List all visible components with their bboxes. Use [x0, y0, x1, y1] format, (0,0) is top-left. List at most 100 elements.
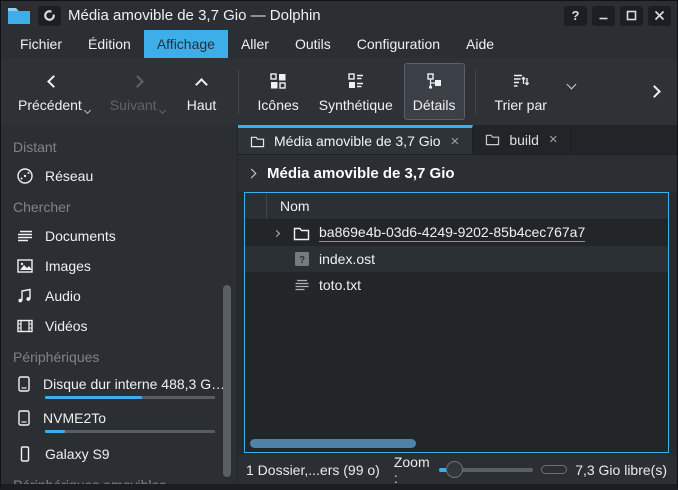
- tab-media-amovible[interactable]: Média amovible de 3,7 Gio ×: [238, 125, 473, 154]
- tab-label: build: [509, 132, 539, 148]
- expander-column: [245, 193, 267, 219]
- sidebar-item-label: Galaxy S9: [45, 446, 227, 462]
- folder-icon: [293, 225, 310, 242]
- folder-icon: [485, 133, 500, 146]
- tab-close-button[interactable]: ×: [548, 131, 559, 148]
- sidebar-item-network[interactable]: Réseau: [1, 161, 237, 191]
- sidebar-item-label: Disque dur interne 488,3 G…: [43, 376, 225, 392]
- back-button[interactable]: Précédent: [9, 63, 99, 120]
- text-file-icon: [293, 277, 310, 294]
- toolbar-separator: [238, 70, 239, 114]
- audio-icon: [15, 286, 35, 306]
- details-view-label: Détails: [413, 97, 456, 113]
- close-icon: [654, 10, 665, 21]
- sidebar-item-audio[interactable]: Audio: [1, 281, 237, 311]
- file-name[interactable]: ba869e4b-03d6-4249-9202-85b4cec767a7: [319, 224, 585, 242]
- zoom-label: Zoom :: [394, 454, 431, 486]
- arrow-right-icon: [131, 75, 144, 88]
- network-icon: [15, 166, 35, 186]
- minimize-button[interactable]: [592, 6, 615, 26]
- zoom-slider[interactable]: [439, 461, 533, 479]
- circle-icon: [43, 9, 56, 22]
- images-icon: [15, 256, 35, 276]
- column-header-name[interactable]: Nom: [267, 198, 310, 214]
- close-button[interactable]: [648, 6, 671, 26]
- smartphone-icon: [15, 444, 35, 464]
- icons-view-label: Icônes: [258, 97, 299, 113]
- horizontal-scrollbar[interactable]: [250, 439, 416, 448]
- tabbar-empty-area: [572, 125, 677, 154]
- chevron-down-icon: [84, 107, 91, 114]
- file-name[interactable]: toto.txt: [319, 277, 361, 293]
- items-summary: 1 Dossier,...ers (99 o): [246, 462, 380, 478]
- file-view[interactable]: Nom ba869e4b-03d6-4249-9202-85b4cec767a7: [244, 192, 669, 453]
- tab-label: Média amovible de 3,7 Gio: [274, 133, 441, 149]
- maximize-icon: [626, 10, 637, 21]
- details-view-button[interactable]: Détails: [404, 63, 465, 120]
- section-search: Chercher: [1, 191, 237, 221]
- toolbar-separator: [475, 70, 476, 114]
- window-title: Média amovible de 3,7 Gio — Dolphin: [68, 7, 321, 24]
- file-row-index-ost[interactable]: ? index.ost: [245, 246, 668, 272]
- sidebar-item-phone[interactable]: Galaxy S9: [1, 439, 237, 469]
- svg-text:?: ?: [298, 255, 304, 266]
- hard-drive-icon: [15, 409, 33, 427]
- folder-icon: [250, 135, 265, 148]
- documents-icon: [15, 226, 35, 246]
- menu-aide[interactable]: Aide: [453, 30, 507, 58]
- sidebar-item-label: Images: [45, 258, 227, 274]
- zoom-slider-handle[interactable]: [446, 461, 463, 478]
- free-space-label: 7,3 Gio libre(s): [575, 462, 667, 478]
- help-button[interactable]: ?: [564, 6, 587, 26]
- file-row-toto-txt[interactable]: toto.txt: [245, 272, 668, 298]
- menu-aller[interactable]: Aller: [228, 30, 282, 58]
- compact-view-button[interactable]: Synthétique: [310, 63, 402, 120]
- section-remote: Distant: [1, 131, 237, 161]
- location-bar[interactable]: Média amovible de 3,7 Gio: [238, 155, 677, 192]
- breadcrumb-chevron-icon[interactable]: [247, 169, 257, 179]
- forward-label: Suivant: [110, 97, 157, 113]
- sidebar-item-nvme[interactable]: NVME2To: [1, 405, 237, 439]
- sidebar-item-label: Vidéos: [45, 318, 227, 334]
- menu-outils[interactable]: Outils: [282, 30, 344, 58]
- sort-dropdown-chevron-icon[interactable]: [566, 80, 576, 90]
- tab-build[interactable]: build ×: [473, 125, 571, 154]
- menu-fichier[interactable]: Fichier: [7, 30, 75, 58]
- status-bar: 1 Dossier,...ers (99 o) Zoom : 7,3 Gio l…: [238, 455, 677, 484]
- menu-edition[interactable]: Édition: [75, 30, 144, 58]
- file-list: ba869e4b-03d6-4249-9202-85b4cec767a7 ? i…: [245, 220, 668, 298]
- arrow-up-icon: [195, 78, 208, 91]
- breadcrumb-location[interactable]: Média amovible de 3,7 Gio: [267, 165, 455, 182]
- section-devices: Périphériques: [1, 341, 237, 371]
- forward-button[interactable]: Suivant: [101, 63, 174, 120]
- places-panel: Distant Réseau Chercher Docum: [1, 125, 238, 484]
- sidebar-item-label: Documents: [45, 228, 227, 244]
- tab-close-button[interactable]: ×: [450, 133, 461, 150]
- sidebar-item-videos[interactable]: Vidéos: [1, 311, 237, 341]
- up-button[interactable]: Haut: [176, 63, 228, 120]
- file-name[interactable]: index.ost: [319, 251, 375, 267]
- titlebar[interactable]: Média amovible de 3,7 Gio — Dolphin ?: [1, 1, 677, 30]
- free-space-capacity-bar: [541, 465, 567, 474]
- sidebar-item-label: NVME2To: [43, 410, 106, 426]
- expand-chevron-icon[interactable]: [273, 229, 280, 236]
- menu-configuration[interactable]: Configuration: [344, 30, 453, 58]
- toolbar-overflow-button[interactable]: [648, 85, 661, 98]
- dolphin-window: Média amovible de 3,7 Gio — Dolphin ? Fi…: [0, 0, 678, 490]
- sidebar-item-internal-disk[interactable]: Disque dur interne 488,3 G…: [1, 371, 237, 405]
- file-row-folder[interactable]: ba869e4b-03d6-4249-9202-85b4cec767a7: [245, 220, 668, 246]
- minimize-icon: [598, 10, 609, 21]
- sidebar-item-images[interactable]: Images: [1, 251, 237, 281]
- maximize-button[interactable]: [620, 6, 643, 26]
- hard-drive-icon: [15, 375, 33, 393]
- compact-view-icon: [345, 70, 367, 92]
- sidebar-item-label: Audio: [45, 288, 227, 304]
- chevron-down-icon: [158, 107, 165, 114]
- sort-by-button[interactable]: Trier par: [486, 63, 556, 120]
- sidebar-scrollbar[interactable]: [223, 285, 231, 477]
- sidebar-item-documents[interactable]: Documents: [1, 221, 237, 251]
- icons-view-button[interactable]: Icônes: [249, 63, 308, 120]
- menu-affichage[interactable]: Affichage: [144, 30, 228, 58]
- tab-bar: Média amovible de 3,7 Gio × build ×: [238, 125, 677, 155]
- app-menu-button[interactable]: [38, 6, 61, 26]
